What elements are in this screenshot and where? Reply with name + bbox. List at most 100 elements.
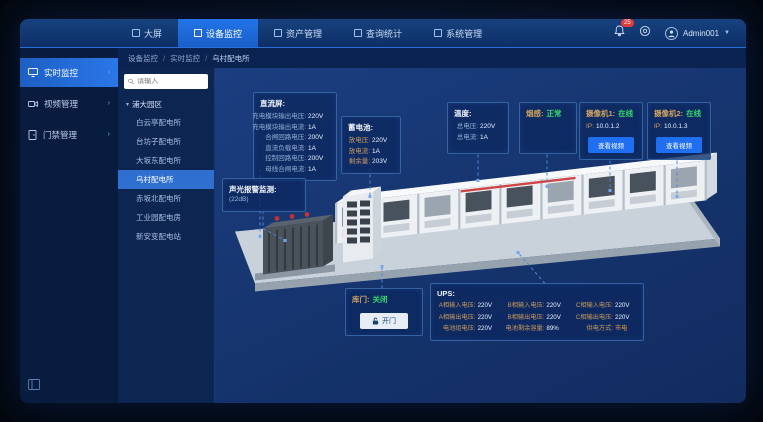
unlock-icon — [372, 317, 379, 325]
tree-collapse-icon: ▾ — [126, 101, 129, 108]
metric-label: 充电模块输出电流: — [252, 123, 306, 134]
open-door-label: 开门 — [382, 316, 396, 326]
smoke-status: 正常 — [547, 108, 562, 119]
chevron-right-icon: › — [108, 69, 110, 76]
sidebar-item-label: 实时监控 — [44, 67, 78, 79]
chevron-right-icon: › — [108, 131, 110, 138]
nav-item-query-statistics[interactable]: 查询统计 — [338, 19, 418, 47]
tree-item-station-active[interactable]: 乌村配电所 — [118, 170, 214, 189]
device-monitor-icon — [194, 29, 202, 37]
metric-label: A相输入电压: — [439, 301, 476, 312]
nav-label: 设备监控 — [206, 27, 242, 40]
metric-value: 220V — [372, 136, 394, 147]
metric-label: 电池剩余容量: — [506, 324, 545, 335]
metric-label: A相输出电压: — [439, 313, 476, 324]
notification-bell-icon[interactable]: 25 — [614, 24, 625, 42]
tree-item-station[interactable]: 白云亭配电所 — [118, 113, 214, 132]
smoke-sensor-panel: 烟感: 正常 — [519, 102, 577, 154]
metric-value: 220V — [546, 313, 568, 324]
user-menu[interactable]: Admin001 ▼ — [665, 27, 730, 40]
user-avatar — [665, 27, 678, 40]
metric-label: B相输出电压: — [508, 313, 545, 324]
tree-root-node[interactable]: ▾ 浦大园区 — [118, 96, 214, 113]
panel-title: 温度: — [454, 108, 502, 119]
distribution-room-3d-canvas[interactable]: 直流屏: 充电模块输出电压:220V 充电模块输出电流:1A 合闸回路电压:20… — [215, 68, 746, 403]
breadcrumb-separator: / — [205, 54, 207, 63]
nav-item-system-management[interactable]: 系统管理 — [418, 19, 498, 47]
metric-value: 220V — [478, 301, 500, 312]
sidebar-item-realtime-monitoring[interactable]: 实时监控 › — [20, 58, 118, 87]
station-tree-panel: ▾ 浦大园区 白云亭配电所 台坊子配电所 大坂东配电所 乌村配电所 赤坂北配电所… — [118, 68, 215, 403]
top-navbar: 大屏 设备监控 资产管理 查询统计 系统管理 25 — [20, 19, 746, 48]
settings-icon[interactable] — [639, 24, 651, 42]
tree-item-station[interactable]: 台坊子配电所 — [118, 132, 214, 151]
breadcrumb-current: 乌村配电所 — [212, 53, 250, 64]
nav-item-device-monitoring[interactable]: 设备监控 — [178, 19, 258, 47]
tree-search-input[interactable] — [137, 78, 204, 85]
ip-label: IP: — [654, 122, 662, 133]
metric-value: 1A — [308, 123, 330, 134]
nav-label: 资产管理 — [286, 27, 322, 40]
video-camera-icon — [28, 100, 38, 108]
system-icon — [434, 29, 442, 37]
metric-value: 89% — [546, 324, 568, 335]
breadcrumb: 设备监控 / 实时监控 / 乌村配电所 — [118, 48, 746, 68]
nav-item-asset-management[interactable]: 资产管理 — [258, 19, 338, 47]
nav-item-dashboard[interactable]: 大屏 — [116, 19, 178, 47]
search-icon — [128, 78, 134, 85]
breadcrumb-part[interactable]: 设备监控 — [128, 53, 158, 64]
camera2-panel: 摄像机2: 在线 IP:10.0.1.3 查看视频 — [647, 102, 711, 160]
metric-value: 220V — [308, 112, 330, 123]
metric-value: 220V — [478, 313, 500, 324]
chevron-right-icon: › — [108, 100, 110, 107]
navbar-right: 25 Admin001 ▼ — [614, 19, 746, 47]
metric-label: 供电方式: — [587, 324, 613, 335]
metric-label: B相输入电压: — [508, 301, 545, 312]
tree-item-station[interactable]: 新安变配电站 — [118, 227, 214, 246]
view-video-button[interactable]: 查看视频 — [656, 137, 702, 153]
dashboard-icon — [132, 29, 140, 37]
breadcrumb-part[interactable]: 实时监控 — [170, 53, 200, 64]
metric-label: C相输入电压: — [576, 301, 613, 312]
metric-label: 母线合闸电流: — [265, 165, 306, 176]
sound-level-value: (22dB) — [229, 196, 299, 203]
metric-value: 220V — [480, 122, 502, 133]
panel-title: 直流屏: — [260, 98, 330, 109]
tree-item-station[interactable]: 大坂东配电所 — [118, 151, 214, 170]
app-window: 大屏 设备监控 资产管理 查询统计 系统管理 25 — [20, 19, 746, 403]
metric-value: 1A — [308, 144, 330, 155]
ip-label: IP: — [586, 122, 594, 133]
dc-screen-panel: 直流屏: 充电模块输出电压:220V 充电模块输出电流:1A 合闸回路电压:20… — [253, 92, 337, 181]
panel-title: 烟感: — [526, 108, 544, 119]
metric-label: 总电压: — [457, 122, 478, 133]
nav-label: 系统管理 — [446, 27, 482, 40]
metric-value: 220V — [615, 313, 637, 324]
nav-label: 大屏 — [144, 27, 162, 40]
metric-value: 1A — [308, 165, 330, 176]
view-video-button[interactable]: 查看视频 — [588, 137, 634, 153]
left-sidebar: 实时监控 › 视频管理 › 门禁管理 › — [20, 48, 118, 403]
ip-value: 10.0.1.3 — [664, 122, 688, 133]
metric-value: 220V — [478, 324, 500, 335]
tree-search-box — [124, 74, 208, 89]
chevron-down-icon: ▼ — [724, 30, 730, 36]
notification-count-badge: 25 — [621, 19, 634, 27]
door-status: 关闭 — [373, 294, 388, 305]
sidebar-item-access-control[interactable]: 门禁管理 › — [20, 120, 118, 149]
temperature-panel: 温度: 总电压:220V 总电流:1A — [447, 102, 509, 154]
tree-item-station[interactable]: 赤坂北配电所 — [118, 189, 214, 208]
sidebar-item-label: 视频管理 — [44, 98, 78, 110]
metric-label: 放电压: — [349, 136, 370, 147]
metric-value: 220V — [546, 301, 568, 312]
power-supply-mode-value: 市电 — [615, 324, 637, 335]
metric-label: C相输出电压: — [576, 313, 613, 324]
tree-root-label: 浦大园区 — [132, 99, 162, 110]
open-door-button[interactable]: 开门 — [360, 313, 408, 329]
collapse-sidebar-icon[interactable] — [28, 377, 40, 394]
camera1-panel: 摄像机1: 在线 IP:10.0.1.2 查看视频 — [579, 102, 643, 160]
tree-item-station[interactable]: 工业园配电房 — [118, 208, 214, 227]
metric-label: 控制回路电压: — [265, 154, 306, 165]
sidebar-item-label: 门禁管理 — [43, 129, 77, 141]
panel-title: 摄像机2: — [654, 108, 683, 119]
sidebar-item-video-management[interactable]: 视频管理 › — [20, 89, 118, 118]
